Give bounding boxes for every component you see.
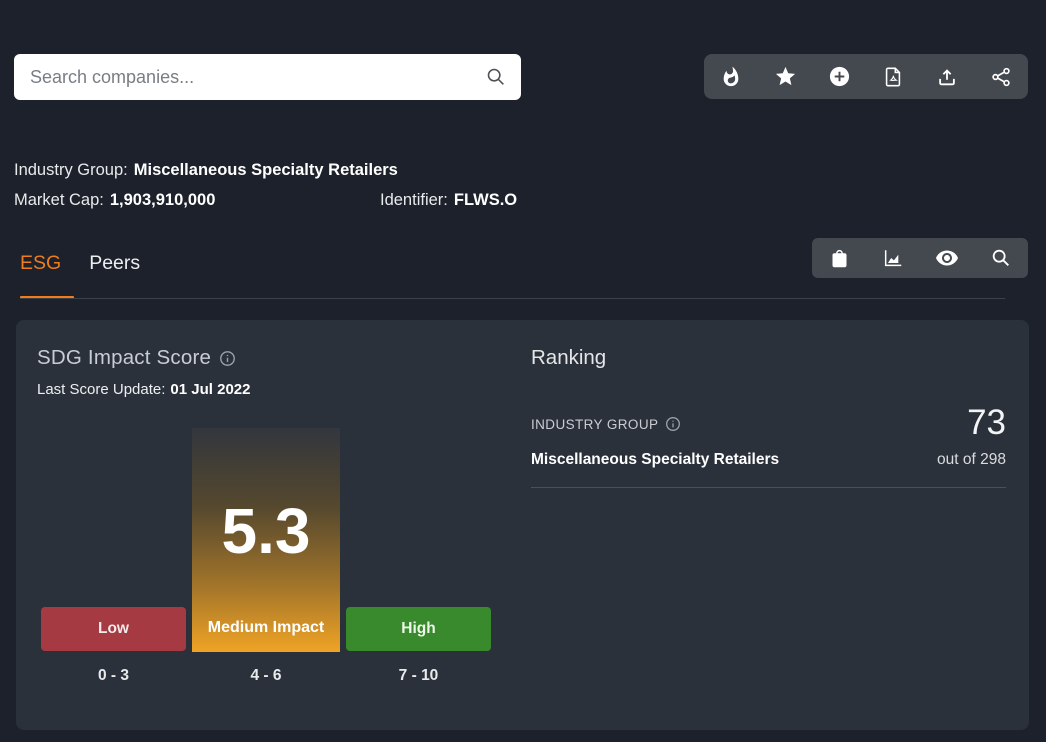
esg-card: SDG Impact Score Last Score Update: 01 Ju… [16, 320, 1029, 730]
identifier-value: FLWS.O [454, 191, 517, 209]
view-toolbar [812, 238, 1028, 278]
search-input[interactable] [14, 67, 485, 88]
low-range: 0 - 3 [41, 667, 186, 685]
last-update-value: 01 Jul 2022 [170, 381, 250, 398]
medium-impact-bar: 5.3 Medium Impact [192, 428, 340, 652]
share-icon[interactable] [983, 59, 1019, 95]
high-impact-chip: High [346, 607, 491, 651]
page: Industry Group: Miscellaneous Specialty R… [0, 0, 1046, 742]
eye-icon[interactable] [929, 240, 965, 276]
actions-toolbar [704, 54, 1028, 99]
market-cap-line: Market Cap:1,903,910,000 Identifier:FLWS… [14, 191, 215, 210]
add-circle-icon[interactable] [821, 59, 857, 95]
search-view-icon[interactable] [983, 240, 1019, 276]
tab-esg[interactable]: ESG [20, 252, 61, 281]
high-range: 7 - 10 [346, 667, 491, 685]
company-search-bar [14, 54, 521, 100]
industry-group-line: Industry Group: Miscellaneous Specialty R… [14, 161, 398, 180]
last-score-update: Last Score Update: 01 Jul 2022 [37, 381, 250, 398]
identifier-label: Identifier: [380, 191, 448, 209]
ranking-group-name: Miscellaneous Specialty Retailers [531, 451, 779, 469]
pdf-icon[interactable] [875, 59, 911, 95]
ranking-title: Ranking [531, 346, 606, 370]
search-icon[interactable] [485, 66, 507, 88]
upload-icon[interactable] [929, 59, 965, 95]
sdg-title: SDG Impact Score [37, 346, 211, 370]
low-impact-chip: Low [41, 607, 186, 651]
industry-group-rank-row: INDUSTRY GROUP [531, 416, 681, 432]
tab-bar: ESG Peers [20, 252, 140, 281]
star-icon[interactable] [767, 59, 803, 95]
medium-impact-label: Medium Impact [208, 619, 324, 637]
ranking-divider [531, 487, 1006, 488]
sdg-score-value: 5.3 [192, 494, 340, 568]
market-cap-value: 1,903,910,000 [110, 191, 216, 209]
area-chart-icon[interactable] [875, 240, 911, 276]
industry-group-value: Miscellaneous Specialty Retailers [134, 161, 398, 179]
tab-peers[interactable]: Peers [89, 252, 140, 281]
medium-range: 4 - 6 [192, 667, 340, 685]
tab-divider [20, 298, 1005, 299]
ranking-out-of: out of 298 [937, 451, 1006, 469]
sdg-info-icon[interactable] [219, 350, 236, 367]
industry-group-label: Industry Group: [14, 161, 128, 179]
market-cap-label: Market Cap: [14, 191, 104, 209]
fire-icon[interactable] [713, 59, 749, 95]
last-update-label: Last Score Update: [37, 381, 165, 398]
ranking-value: 73 [967, 403, 1006, 443]
ranking-group-label: INDUSTRY GROUP [531, 417, 658, 432]
sdg-title-row: SDG Impact Score [37, 346, 236, 370]
ranking-info-icon[interactable] [665, 416, 681, 432]
briefcase-icon[interactable] [821, 240, 857, 276]
identifier-line: Identifier: FLWS.O [380, 191, 517, 210]
